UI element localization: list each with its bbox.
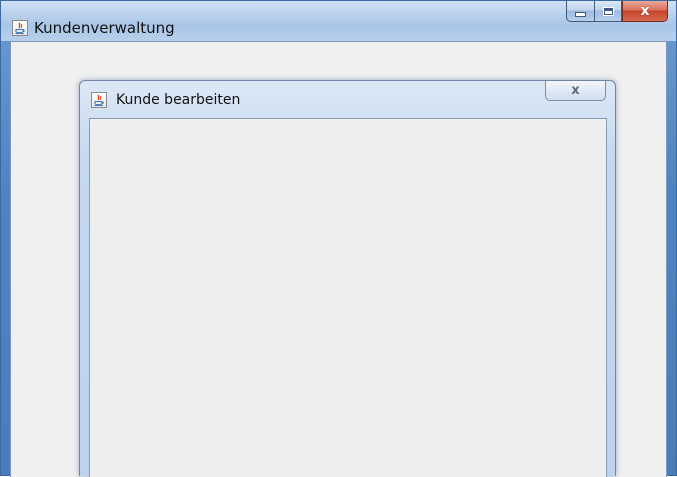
- java-app-icon[interactable]: [12, 20, 28, 36]
- minimize-icon: [575, 11, 586, 17]
- close-button[interactable]: x: [622, 1, 668, 22]
- caption-buttons: x: [566, 1, 668, 23]
- maximize-button[interactable]: [594, 1, 622, 22]
- maximize-icon: [602, 6, 614, 16]
- internal-frame-title: Kunde bearbeiten: [116, 92, 241, 108]
- window-title: Kundenverwaltung: [34, 19, 175, 37]
- main-titlebar[interactable]: Kundenverwaltung x: [1, 1, 676, 41]
- internal-frame-close-button[interactable]: x: [545, 81, 606, 101]
- close-icon: x: [571, 83, 580, 98]
- internal-frame-content: [89, 118, 607, 477]
- close-icon: x: [640, 3, 650, 19]
- java-app-icon[interactable]: [91, 92, 107, 108]
- internal-frame[interactable]: Kunde bearbeiten x: [79, 80, 616, 477]
- minimize-button[interactable]: [566, 1, 594, 22]
